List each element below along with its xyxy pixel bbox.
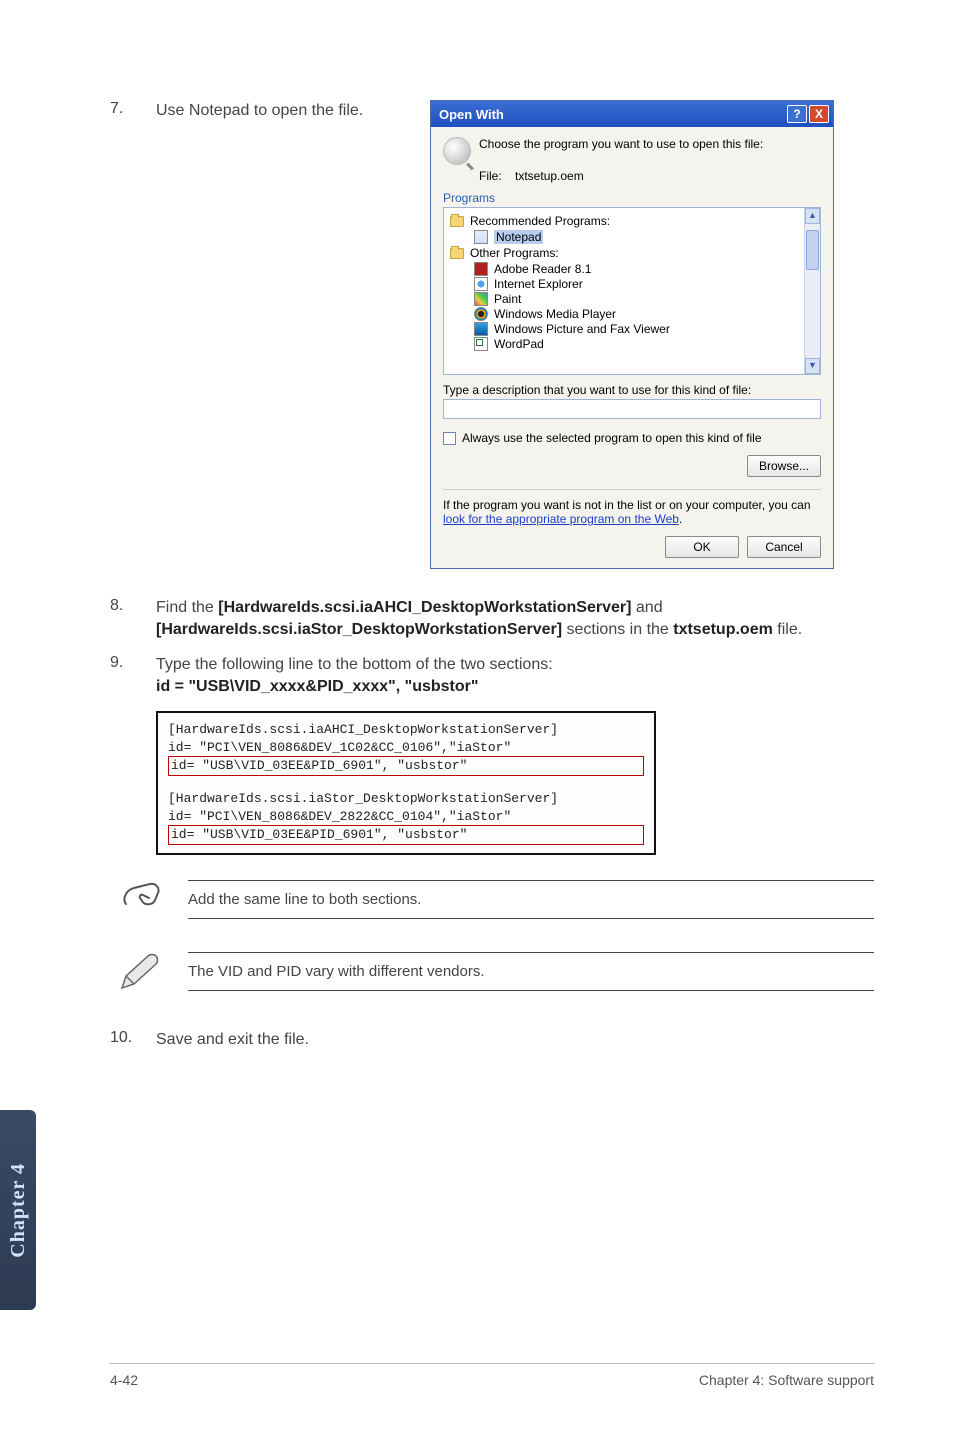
- magnifier-icon: [443, 137, 471, 165]
- text: If the program you want is not in the li…: [443, 498, 811, 512]
- scroll-track[interactable]: [805, 224, 820, 358]
- cancel-button[interactable]: Cancel: [747, 536, 821, 558]
- wmp-icon: [474, 307, 488, 321]
- note-text: Add the same line to both sections.: [188, 881, 874, 918]
- file-line: File: txtsetup.oem: [479, 169, 821, 183]
- program-fax[interactable]: Windows Picture and Fax Viewer: [474, 322, 800, 336]
- ie-icon: [474, 277, 488, 291]
- code-screenshot: [HardwareIds.scsi.iaAHCI_DesktopWorkstat…: [156, 711, 656, 854]
- group-recommended: Recommended Programs:: [450, 214, 800, 228]
- note-block: Add the same line to both sections.: [110, 873, 874, 927]
- browse-button[interactable]: Browse...: [747, 455, 821, 477]
- step-number: 8.: [110, 597, 156, 615]
- file-name: txtsetup.oem: [515, 169, 584, 183]
- program-ie[interactable]: Internet Explorer: [474, 277, 800, 291]
- program-label: Paint: [494, 292, 521, 306]
- ok-button[interactable]: OK: [665, 536, 739, 558]
- scroll-down-button[interactable]: ▼: [805, 358, 820, 374]
- step-text: Find the [HardwareIds.scsi.iaAHCI_Deskto…: [156, 597, 874, 640]
- page-number: 4-42: [110, 1372, 138, 1388]
- group-label: Other Programs:: [470, 246, 559, 260]
- program-notepad[interactable]: Notepad: [474, 230, 800, 244]
- side-tab-label: Chapter 4: [7, 1163, 30, 1258]
- scroll-up-button[interactable]: ▲: [805, 208, 820, 224]
- code-line-highlight: id= "USB\VID_03EE&PID_6901", "usbstor": [168, 825, 644, 845]
- note-block: The VID and PID vary with different vend…: [110, 945, 874, 999]
- program-label: Adobe Reader 8.1: [494, 262, 591, 276]
- paperclip-icon: [110, 873, 170, 927]
- adobe-icon: [474, 262, 488, 276]
- text: .: [679, 512, 682, 526]
- always-label: Always use the selected program to open …: [462, 431, 762, 445]
- page-footer: 4-42 Chapter 4: Software support: [110, 1363, 874, 1388]
- program-label: Notepad: [494, 230, 543, 244]
- open-with-dialog: Open With ? X Choose the program you wan…: [430, 100, 834, 569]
- always-checkbox[interactable]: [443, 432, 456, 445]
- paint-icon: [474, 292, 488, 306]
- step-number: 7.: [110, 100, 156, 122]
- choose-text: Choose the program you want to use to op…: [479, 137, 763, 151]
- close-button[interactable]: X: [809, 105, 829, 123]
- group-other: Other Programs:: [450, 246, 800, 260]
- help-button[interactable]: ?: [787, 105, 807, 123]
- program-label: Internet Explorer: [494, 277, 583, 291]
- step-text: Use Notepad to open the file.: [156, 100, 363, 122]
- code-line: [HardwareIds.scsi.iaStor_DesktopWorkstat…: [168, 790, 644, 808]
- scroll-thumb[interactable]: [806, 230, 819, 270]
- group-label: Recommended Programs:: [470, 214, 610, 228]
- wordpad-icon: [474, 337, 488, 351]
- step-number: 9.: [110, 654, 156, 672]
- description-input[interactable]: [443, 399, 821, 419]
- tab-programs[interactable]: Programs: [443, 191, 821, 205]
- description-label: Type a description that you want to use …: [443, 383, 821, 397]
- code-line: id= "PCI\VEN_8086&DEV_2822&CC_0104","iaS…: [168, 808, 644, 826]
- fax-icon: [474, 322, 488, 336]
- program-label: Windows Media Player: [494, 307, 616, 321]
- step-number: 10.: [110, 1029, 156, 1047]
- program-wmp[interactable]: Windows Media Player: [474, 307, 800, 321]
- scrollbar[interactable]: ▲ ▼: [804, 208, 820, 374]
- code-line: id= "PCI\VEN_8086&DEV_1C02&CC_0106","iaS…: [168, 739, 644, 757]
- dialog-title: Open With: [439, 107, 785, 122]
- folder-icon: [450, 248, 464, 259]
- web-lookup-text: If the program you want is not in the li…: [443, 498, 821, 526]
- note-text: The VID and PID vary with different vend…: [188, 953, 874, 990]
- program-label: Windows Picture and Fax Viewer: [494, 322, 670, 336]
- footer-title: Chapter 4: Software support: [699, 1372, 874, 1388]
- pencil-icon: [110, 945, 170, 999]
- chapter-side-tab: Chapter 4: [0, 1110, 36, 1310]
- program-wordpad[interactable]: WordPad: [474, 337, 800, 351]
- program-list: Recommended Programs: Notepad Other Prog…: [443, 207, 821, 375]
- step-text: Save and exit the file.: [156, 1029, 309, 1051]
- folder-icon: [450, 216, 464, 227]
- file-label: File:: [479, 169, 502, 183]
- program-adobe[interactable]: Adobe Reader 8.1: [474, 262, 800, 276]
- program-paint[interactable]: Paint: [474, 292, 800, 306]
- dialog-title-bar: Open With ? X: [431, 101, 833, 127]
- program-label: WordPad: [494, 337, 544, 351]
- code-line: [HardwareIds.scsi.iaAHCI_DesktopWorkstat…: [168, 721, 644, 739]
- code-line-highlight: id= "USB\VID_03EE&PID_6901", "usbstor": [168, 756, 644, 776]
- step-text: Type the following line to the bottom of…: [156, 654, 553, 697]
- web-lookup-link[interactable]: look for the appropriate program on the …: [443, 512, 679, 526]
- notepad-icon: [474, 230, 488, 244]
